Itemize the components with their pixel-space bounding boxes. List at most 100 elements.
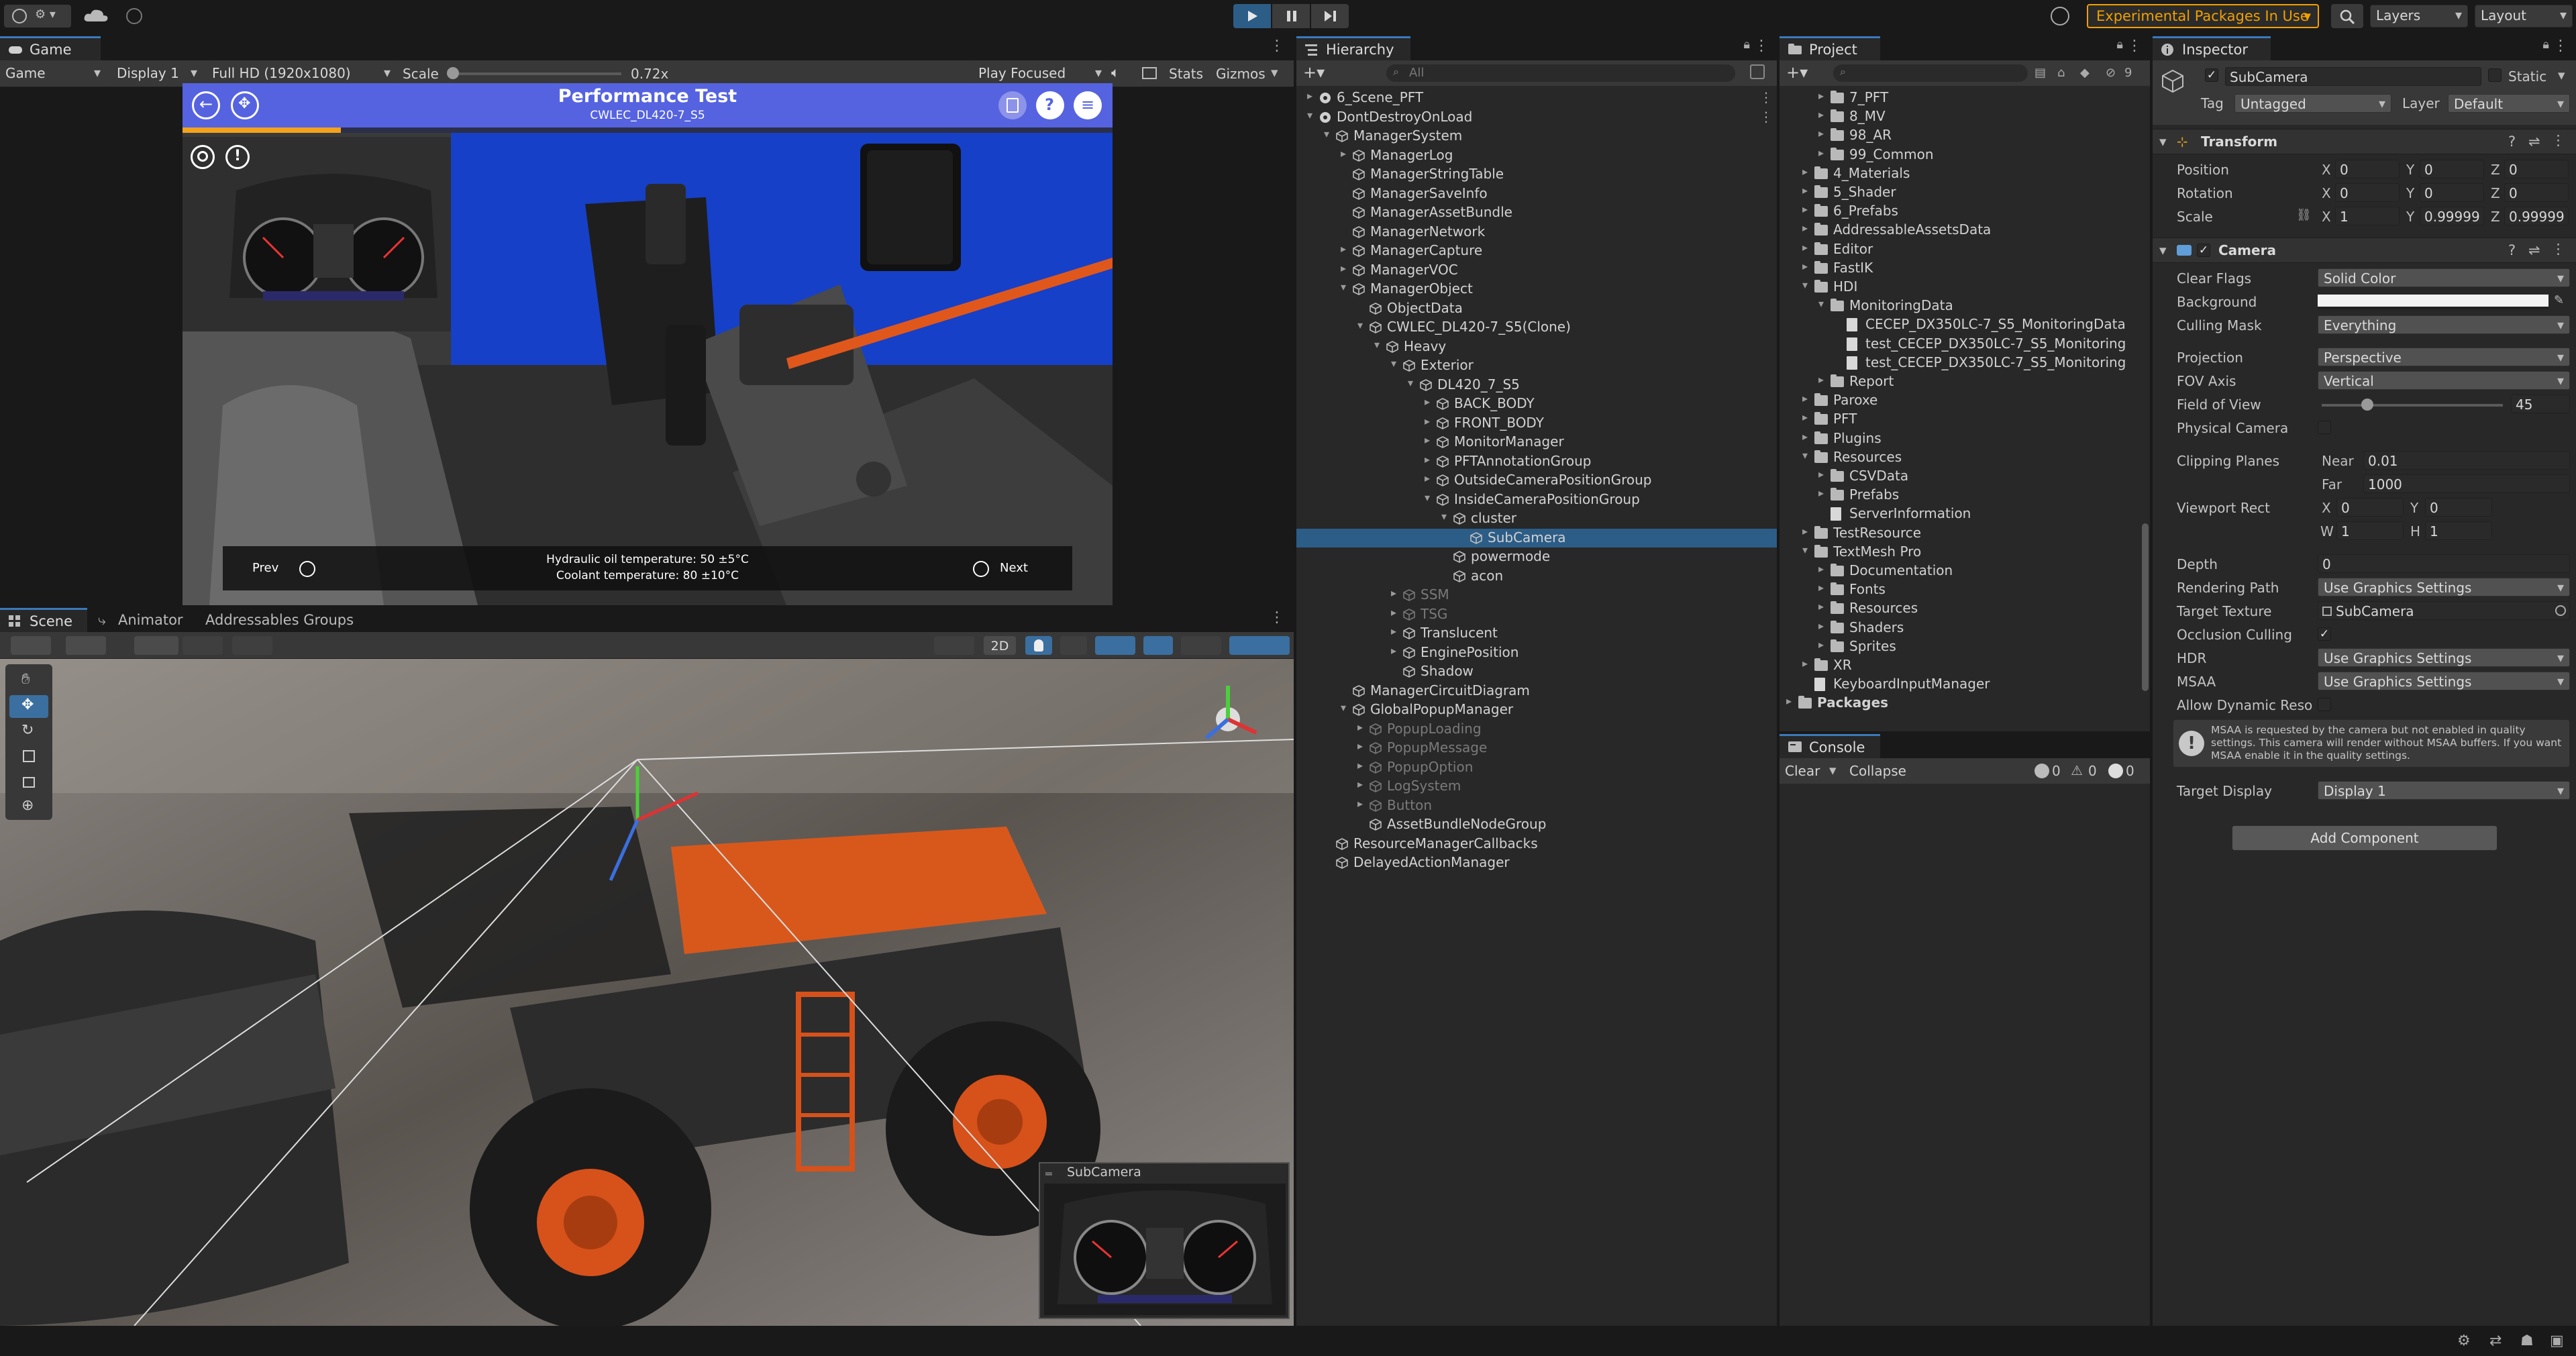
chevron-right-icon[interactable]: ▸ <box>1802 260 1808 272</box>
cloud-icon[interactable] <box>83 8 109 23</box>
project-item-serverinformation[interactable]: ServerInformation <box>1780 505 2139 523</box>
chevron-right-icon[interactable]: ▸ <box>1818 486 1824 499</box>
chevron-right-icon[interactable]: ▸ <box>1391 606 1396 619</box>
project-item-editor[interactable]: ▸ Editor <box>1780 240 2139 259</box>
tag-icon[interactable]: ◆ <box>2080 66 2090 80</box>
chevron-right-icon[interactable]: ▸ <box>1425 433 1430 446</box>
chevron-down-icon[interactable]: ▾ <box>2558 67 2565 83</box>
link-icon[interactable]: ⛓︎ <box>2296 208 2312 222</box>
tab-project[interactable]: Project <box>1780 36 1880 60</box>
hierarchy-search[interactable]: ⌕ All <box>1386 64 1735 82</box>
hierarchy-item-managersystem[interactable]: ▾ ManagerSystem <box>1296 127 1777 146</box>
chevron-down-icon[interactable]: ▾ <box>1441 510 1447 523</box>
rotation-z[interactable]: 0 <box>2504 183 2569 202</box>
rotation-x[interactable]: 0 <box>2335 183 2400 202</box>
hierarchy-item-managervoc[interactable]: ▸ ManagerVOC <box>1296 261 1777 280</box>
chevron-right-icon[interactable]: ▸ <box>1357 759 1363 772</box>
hand-tool[interactable]: hand-icon✋︎ <box>9 670 48 692</box>
pivot-button[interactable] <box>134 636 178 655</box>
hierarchy-item-popupmessage[interactable]: ▸ PopupMessage <box>1296 739 1777 758</box>
project-item-keyboardinputmanager[interactable]: KeyboardInputManager <box>1780 675 2139 694</box>
collapse-button[interactable]: Collapse <box>1849 763 1906 779</box>
object-name-field[interactable]: SubCamera <box>2225 67 2481 86</box>
play-button[interactable] <box>1233 4 1271 28</box>
project-item-fonts[interactable]: ▸ Fonts <box>1780 580 2139 599</box>
chevron-right-icon[interactable]: ▸ <box>1341 147 1346 160</box>
hierarchy-item-monitormanager[interactable]: ▸ MonitorManager <box>1296 433 1777 452</box>
project-item-pft[interactable]: ▸ PFT <box>1780 410 2139 429</box>
chevron-right-icon[interactable]: ▸ <box>1818 638 1824 651</box>
hierarchy-item-tsg[interactable]: ▸ TSG <box>1296 605 1777 624</box>
project-item-6-prefabs[interactable]: ▸ 6_Prefabs <box>1780 202 2139 221</box>
drag-handle-icon[interactable]: ═ <box>1045 1167 1052 1180</box>
position-x[interactable]: 0 <box>2335 160 2400 178</box>
project-item-99-common[interactable]: ▸ 99_Common <box>1780 146 2139 164</box>
hierarchy-item-popupoption[interactable]: ▸ PopupOption <box>1296 758 1777 777</box>
project-search[interactable]: ⌕ <box>1833 64 2028 82</box>
network-icon[interactable]: ⇄ <box>2489 1333 2502 1349</box>
hierarchy-item-managerobject[interactable]: ▾ ManagerObject <box>1296 280 1777 299</box>
scale-slider-handle[interactable] <box>447 67 459 79</box>
tab-game[interactable]: Game <box>0 36 101 60</box>
project-item-cecep-dx350lc-7-s5-monitoringdata[interactable]: CECEP_DX350LC-7_S5_MonitoringData <box>1780 315 2139 334</box>
chevron-right-icon[interactable]: ▸ <box>1802 241 1808 254</box>
help-icon[interactable]: ? <box>2508 134 2516 150</box>
camera-button[interactable] <box>1181 636 1221 655</box>
tab-addressables-groups[interactable]: Addressables Groups <box>205 609 354 632</box>
visibility-button[interactable] <box>1143 636 1173 655</box>
hierarchy-item-dontdestroyonload[interactable]: ▾ DontDestroyOnLoad ⋮ <box>1296 108 1777 127</box>
chevron-right-icon[interactable]: ▸ <box>1818 562 1824 575</box>
chevron-down-icon[interactable]: ▾ <box>1341 701 1346 714</box>
rendering-path-dropdown[interactable]: Use Graphics Settings <box>2318 578 2570 596</box>
target-texture-field[interactable]: SubCamera <box>2318 601 2570 620</box>
hierarchy-item-managerassetbundle[interactable]: ManagerAssetBundle <box>1296 203 1777 222</box>
chevron-down-icon[interactable]: ▾ <box>1341 280 1346 293</box>
chevron-right-icon[interactable]: ▸ <box>1425 453 1430 466</box>
rotation-y[interactable]: 0 <box>2420 183 2484 202</box>
hierarchy-item-delayedactionmanager[interactable]: DelayedActionManager <box>1296 853 1777 872</box>
project-item-shaders[interactable]: ▸ Shaders <box>1780 619 2139 637</box>
viewport-y[interactable]: 0 <box>2425 498 2492 517</box>
scale-x[interactable]: 1 <box>2335 207 2400 225</box>
error-icon[interactable] <box>2108 764 2123 778</box>
chevron-right-icon[interactable]: ▸ <box>1818 468 1824 480</box>
hierarchy-item-dl420-7-s5[interactable]: ▾ DL420_7_S5 <box>1296 376 1777 395</box>
chevron-right-icon[interactable]: ▸ <box>1425 415 1430 427</box>
hierarchy-item-6-scene-pft[interactable]: ▸ 6_Scene_PFT ⋮ <box>1296 89 1777 107</box>
add-icon[interactable]: +▾ <box>1303 63 1325 82</box>
collab-icon[interactable] <box>126 8 142 24</box>
global-button[interactable] <box>183 636 223 655</box>
hierarchy-item-shadow[interactable]: Shadow <box>1296 662 1777 681</box>
tab-scene[interactable]: Scene <box>0 608 87 632</box>
lock-icon[interactable]: 🔒︎ <box>1743 38 1750 52</box>
toggle-2d-button[interactable]: 2D <box>984 636 1016 655</box>
hierarchy-item-managerstringtable[interactable]: ManagerStringTable <box>1296 165 1777 184</box>
project-item-prefabs[interactable]: ▸ Prefabs <box>1780 486 2139 505</box>
scale-y[interactable]: 0.99999 <box>2420 207 2484 225</box>
account-dropdown[interactable]: ⚙ ▾ <box>4 5 71 28</box>
move-tool[interactable]: ✥ <box>9 695 48 718</box>
hierarchy-item-popuploading[interactable]: ▸ PopupLoading <box>1296 720 1777 739</box>
viewport-h[interactable]: 1 <box>2425 521 2492 540</box>
project-item-resources[interactable]: ▸ Resources <box>1780 599 2139 618</box>
active-checkbox[interactable]: ✓ <box>2205 68 2218 82</box>
chevron-right-icon[interactable]: ▸ <box>1802 525 1808 537</box>
hdr-dropdown[interactable]: Use Graphics Settings <box>2318 648 2570 667</box>
layer-dropdown[interactable]: Default <box>2448 94 2570 113</box>
preset-icon[interactable]: ⇌ <box>2528 134 2540 150</box>
help-icon[interactable]: ? <box>2508 242 2516 258</box>
chevron-right-icon[interactable]: ▸ <box>1818 581 1824 594</box>
fov-slider[interactable] <box>2322 399 2503 411</box>
project-item-xr[interactable]: ▸ XR <box>1780 656 2139 675</box>
experimental-packages-button[interactable]: Experimental Packages In Use ▾ <box>2087 4 2319 28</box>
more-options-icon[interactable]: ⋮ <box>1759 109 1773 125</box>
hierarchy-item-cwlec-dl420-7-s5-clone[interactable]: ▾ CWLEC_DL420-7_S5(Clone) <box>1296 318 1777 337</box>
fov-slider-handle[interactable] <box>2361 399 2373 411</box>
project-item-8-mv[interactable]: ▸ 8_MV <box>1780 107 2139 126</box>
hierarchy-item-back-body[interactable]: ▸ BACK_BODY <box>1296 395 1777 413</box>
hierarchy-item-subcamera[interactable]: SubCamera <box>1296 528 1777 547</box>
project-item-4-materials[interactable]: ▸ 4_Materials <box>1780 164 2139 183</box>
project-item-resources[interactable]: ▾ Resources <box>1780 448 2139 467</box>
chevron-right-icon[interactable]: ▸ <box>1786 694 1792 707</box>
chevron-right-icon[interactable]: ▸ <box>1425 472 1430 484</box>
